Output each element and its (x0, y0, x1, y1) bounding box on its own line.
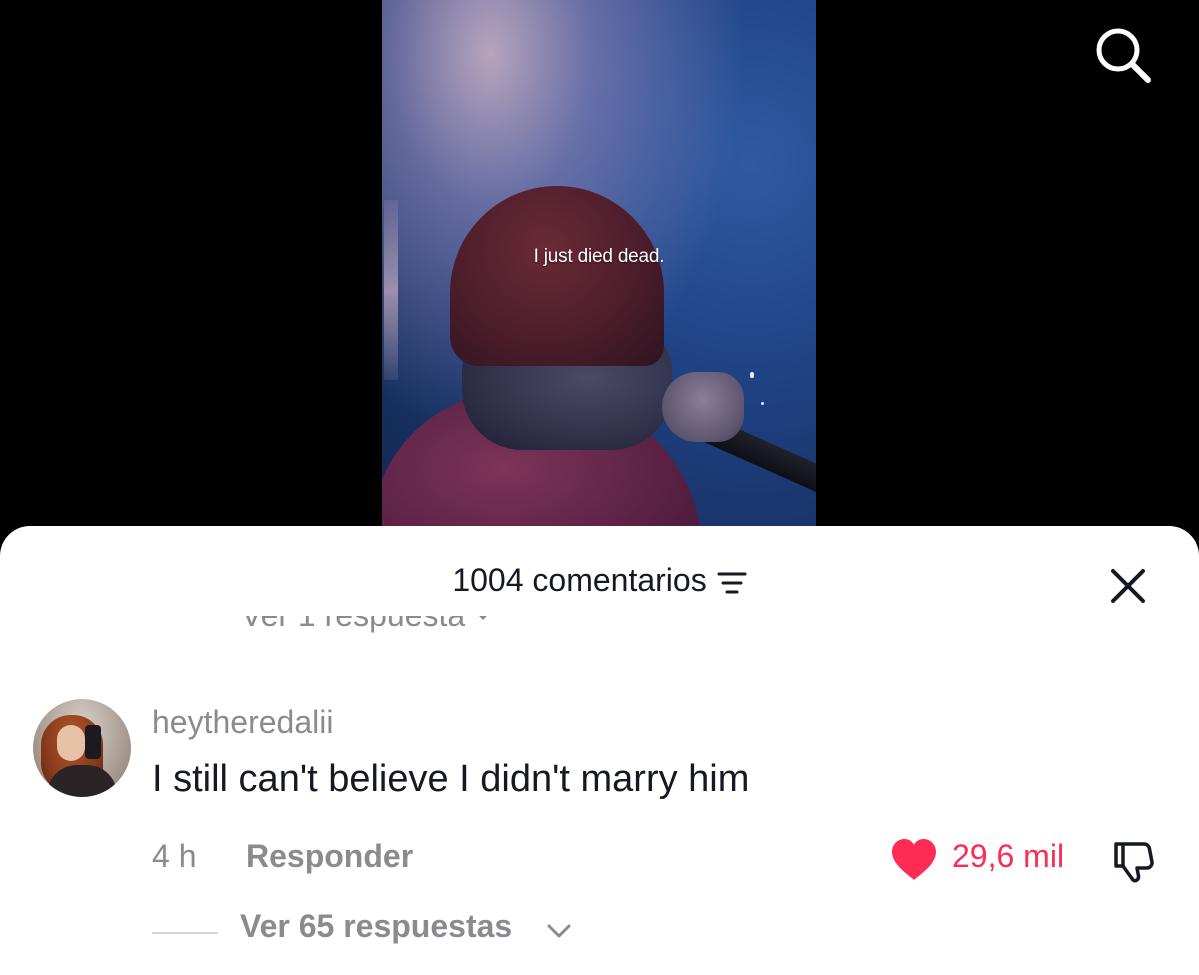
close-icon (1111, 569, 1145, 603)
comment-time: 4 h (152, 838, 197, 874)
heart-icon (892, 839, 936, 880)
video-figure-beanie (450, 186, 664, 366)
dislike-button[interactable] (1110, 836, 1158, 884)
search-button[interactable] (1092, 24, 1154, 86)
comments-header: 1004 comentarios (0, 526, 1199, 626)
chevron-down-icon (547, 924, 571, 938)
thumbs-down-icon (1114, 842, 1154, 883)
avatar-face (57, 725, 85, 761)
stage-light (384, 200, 398, 380)
filter-icon[interactable] (717, 567, 747, 594)
avatar-phone (85, 725, 101, 759)
previous-view-replies[interactable]: Ver 1 respuesta (241, 616, 491, 648)
comment-item: heytheredalii I still can't believe I di… (0, 696, 1199, 966)
comment-meta: 4 h Responder 29,6 mil (152, 836, 1192, 886)
like-count: 29,6 mil (952, 838, 1065, 874)
comments-sheet: 1004 comentarios Ver 1 respuesta heythe (0, 526, 1199, 975)
app-screen: I just died dead. 1004 comentarios Ver 1… (0, 0, 1199, 975)
replies-divider (152, 932, 218, 934)
view-replies-label: Ver 65 respuestas (240, 908, 513, 944)
close-comments-button[interactable] (1104, 562, 1152, 610)
chevron-down-icon (479, 616, 488, 620)
search-icon (1096, 28, 1151, 83)
video-spark (761, 402, 764, 405)
previous-view-replies-label: Ver 1 respuesta (241, 616, 465, 633)
video-figure-hand (662, 372, 744, 442)
video-spark (750, 372, 754, 378)
reply-button[interactable]: Responder (246, 838, 413, 875)
avatar[interactable] (33, 699, 131, 797)
comments-title: 1004 comentarios (0, 562, 1199, 599)
video-player[interactable]: I just died dead. (382, 0, 816, 540)
comments-count: 1004 comentarios (452, 562, 707, 598)
comment-text: I still can't believe I didn't marry him (152, 758, 750, 800)
comment-username[interactable]: heytheredalii (152, 704, 333, 741)
video-caption: I just died dead. (533, 246, 665, 267)
